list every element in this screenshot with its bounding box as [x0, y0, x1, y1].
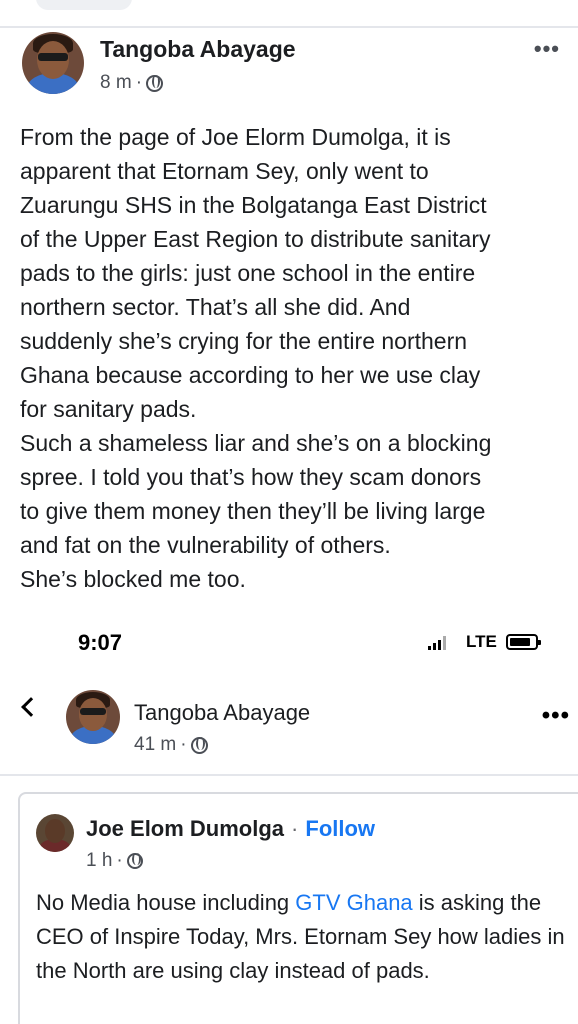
follow-link[interactable]: Follow	[305, 816, 375, 842]
battery-icon	[506, 634, 541, 650]
post-time[interactable]: 41 m	[134, 734, 176, 756]
shared-text-start: No Media house including	[36, 890, 296, 915]
avatar[interactable]	[22, 32, 84, 94]
post-line: and fat on the vulnerability of others.	[20, 532, 391, 558]
more-options-icon[interactable]: •••	[542, 702, 570, 730]
post-meta: 8 m ·	[100, 72, 164, 94]
back-arrow-icon[interactable]	[21, 697, 41, 717]
meta-separator: ·	[180, 734, 187, 755]
post-line: northern sector. That’s all she did. And	[20, 294, 411, 320]
post-time[interactable]: 8 m	[100, 72, 132, 94]
more-options-icon[interactable]: •••	[534, 36, 560, 62]
globe-icon	[190, 736, 208, 754]
post-header: Tangoba Abayage 41 m · •••	[0, 680, 578, 760]
post-meta: 1 h ·	[86, 850, 143, 872]
post-body: From the page of Joe Elorm Dumolga, it i…	[20, 120, 565, 596]
shared-author-name[interactable]: Joe Elom Dumolga	[86, 816, 284, 842]
post-line: suddenly she’s crying for the entire nor…	[20, 328, 468, 354]
top-pill	[36, 0, 132, 10]
author-name[interactable]: Tangoba Abayage	[134, 700, 310, 726]
author-name[interactable]: Tangoba Abayage	[100, 36, 296, 63]
status-bar: 9:07 LTE	[0, 624, 578, 664]
mention-link[interactable]: GTV Ghana	[295, 890, 412, 915]
post-line: Ghana because according to her we use cl…	[20, 362, 481, 388]
post-line: spree. I told you that’s how they scam d…	[20, 464, 482, 490]
divider	[0, 774, 578, 776]
globe-icon	[146, 74, 164, 92]
post-line: Zuarungu SHS in the Bolgatanga East Dist…	[20, 192, 487, 218]
post-line: pads to the girls: just one school in th…	[20, 260, 476, 286]
post-line: She’s blocked me too.	[20, 566, 246, 592]
avatar[interactable]	[66, 690, 120, 744]
post-line: of the Upper East Region to distribute s…	[20, 226, 491, 252]
name-separator: ·	[291, 816, 299, 841]
meta-separator: ·	[135, 72, 143, 93]
post-meta: 41 m ·	[134, 734, 208, 756]
shared-author-row: Joe Elom Dumolga · Follow	[86, 816, 375, 842]
shared-post-body: No Media house including GTV Ghana is as…	[36, 886, 576, 988]
avatar[interactable]	[36, 814, 74, 852]
post-line: apparent that Etornam Sey, only went to	[20, 158, 429, 184]
network-label: LTE	[466, 632, 497, 651]
shared-post[interactable]: Joe Elom Dumolga · Follow 1 h · No Media…	[18, 792, 578, 1024]
meta-separator: ·	[116, 850, 123, 871]
post-line: for sanitary pads.	[20, 396, 197, 422]
divider	[0, 26, 578, 28]
post-time[interactable]: 1 h	[86, 850, 112, 872]
globe-icon	[126, 853, 143, 869]
signal-icon	[428, 636, 446, 650]
post-line: to give them money then they’ll be livin…	[20, 498, 486, 524]
post-header: Tangoba Abayage 8 m · •••	[22, 32, 562, 102]
post-line: From the page of Joe Elorm Dumolga, it i…	[20, 124, 451, 150]
post-line: Such a shameless liar and she’s on a blo…	[20, 430, 492, 456]
status-time: 9:07	[78, 630, 123, 655]
